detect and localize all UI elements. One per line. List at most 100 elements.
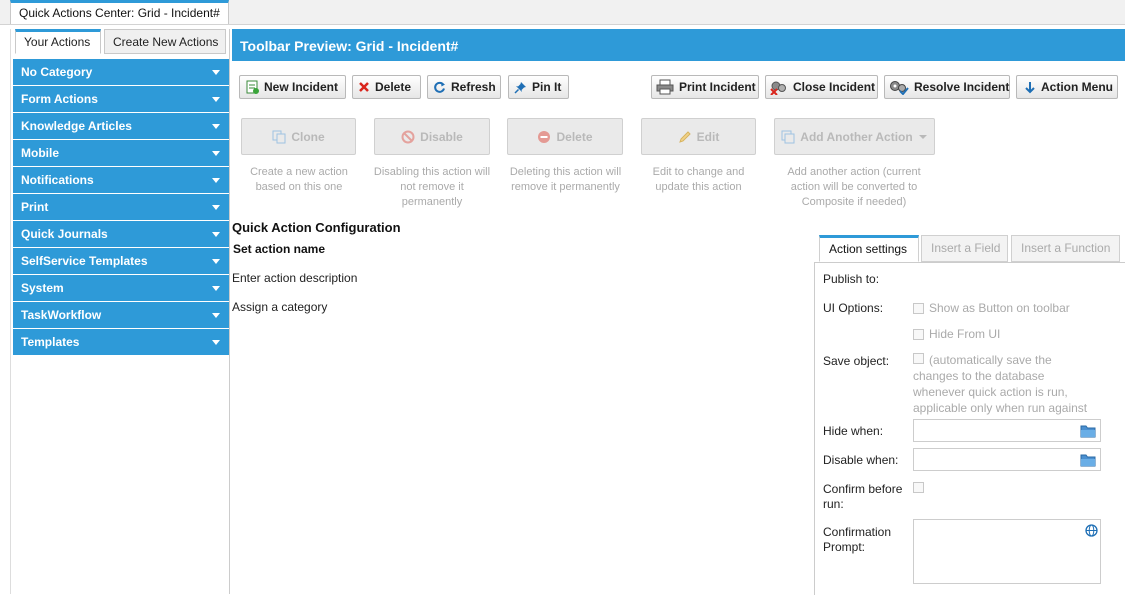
delete-description: Deleting this action will remove it perm… [509, 166, 622, 193]
category-knowledge-articles[interactable]: Knowledge Articles [13, 113, 229, 139]
edit-button[interactable]: Edit [641, 118, 756, 155]
refresh-button[interactable]: Refresh [427, 75, 501, 99]
caret-down-icon [212, 124, 220, 129]
disable-button[interactable]: Disable [374, 118, 490, 155]
button-label: Resolve Incident [914, 80, 1010, 94]
hide-when-input[interactable] [913, 419, 1101, 442]
caret-down-icon [212, 151, 220, 156]
window-tab[interactable]: Quick Actions Center: Grid - Incident# [10, 0, 229, 24]
new-document-icon [246, 80, 259, 94]
tab-label: Create New Actions [113, 35, 219, 49]
category-no-category[interactable]: No Category [13, 59, 229, 85]
printer-icon [656, 79, 674, 95]
button-label: Print Incident [679, 80, 756, 94]
resolve-incident-button[interactable]: Resolve Incident [884, 75, 1010, 99]
action-menu-button[interactable]: Action Menu [1016, 75, 1118, 99]
tab-label: Action settings [829, 242, 908, 256]
page-title: Toolbar Preview: Grid - Incident# [240, 38, 459, 54]
edit-description: Edit to change and update this action [652, 166, 745, 193]
tab-label: Insert a Function [1021, 241, 1111, 255]
add-another-description: Add another action (current action will … [787, 166, 921, 208]
button-label: Clone [291, 129, 325, 144]
folder-icon[interactable] [1080, 453, 1096, 467]
show-as-button-checkbox[interactable] [913, 303, 924, 314]
category-label: Quick Journals [21, 227, 108, 241]
action-name-field[interactable]: Set action name [233, 242, 325, 256]
category-label: TaskWorkflow [21, 308, 102, 322]
refresh-icon [434, 81, 445, 93]
confirm-before-run-checkbox[interactable] [913, 482, 924, 493]
disable-when-input[interactable] [913, 448, 1101, 471]
pin-it-button[interactable]: Pin It [508, 75, 569, 99]
category-selfservice-templates[interactable]: SelfService Templates [13, 248, 229, 274]
add-action-icon [781, 130, 795, 143]
category-label: Notifications [21, 173, 94, 187]
folder-icon[interactable] [1080, 424, 1096, 438]
tab-insert-field[interactable]: Insert a Field [921, 235, 1008, 262]
caret-down-icon [212, 205, 220, 210]
resolve-gears-icon [890, 81, 909, 95]
new-incident-button[interactable]: New Incident [239, 75, 346, 99]
tab-action-settings[interactable]: Action settings [819, 235, 919, 262]
add-another-action-button[interactable]: Add Another Action [774, 118, 935, 155]
category-system[interactable]: System [13, 275, 229, 301]
tab-create-new-actions[interactable]: Create New Actions [104, 29, 226, 54]
category-taskworkflow[interactable]: TaskWorkflow [13, 302, 229, 328]
print-incident-button[interactable]: Print Incident [651, 75, 759, 99]
category-form-actions[interactable]: Form Actions [13, 86, 229, 112]
globe-icon[interactable] [1085, 524, 1098, 537]
category-label: Print [21, 200, 49, 214]
button-label: Add Another Action [800, 129, 913, 144]
clone-button[interactable]: Clone [241, 118, 356, 155]
clone-description: Create a new action based on this one [250, 166, 348, 193]
confirm-before-run-label: Confirm before run: [823, 482, 903, 511]
clone-icon [272, 130, 286, 143]
tab-insert-function[interactable]: Insert a Function [1011, 235, 1120, 262]
category-label: SelfService Templates [21, 254, 148, 268]
close-incident-icon [770, 81, 786, 95]
caret-down-icon [212, 232, 220, 237]
delete-x-icon [359, 82, 369, 92]
category-templates[interactable]: Templates [13, 329, 229, 355]
category-print[interactable]: Print [13, 194, 229, 220]
close-incident-button[interactable]: Close Incident [765, 75, 878, 99]
caret-down-icon [212, 286, 220, 291]
category-quick-journals[interactable]: Quick Journals [13, 221, 229, 247]
left-panel: Your Actions Create New Actions No Categ… [10, 29, 230, 594]
confirmation-prompt-textarea[interactable] [913, 519, 1101, 584]
toolbar-preview-header: Toolbar Preview: Grid - Incident# [232, 29, 1125, 61]
button-label: Pin It [532, 80, 562, 94]
category-mobile[interactable]: Mobile [13, 140, 229, 166]
tab-your-actions[interactable]: Your Actions [15, 29, 101, 54]
hide-from-ui-checkbox[interactable] [913, 329, 924, 340]
category-notifications[interactable]: Notifications [13, 167, 229, 193]
caret-down-icon [212, 313, 220, 318]
button-label: Disable [420, 129, 463, 144]
caret-down-icon [212, 178, 220, 183]
confirmation-prompt-label: Confirmation Prompt: [823, 525, 892, 554]
category-label: Form Actions [21, 92, 98, 106]
button-label: Delete [556, 129, 593, 144]
publish-to-label: Publish to: [823, 272, 880, 286]
button-label: New Incident [264, 80, 339, 94]
category-list: No Category Form Actions Knowledge Artic… [13, 59, 229, 356]
arrow-down-icon [1025, 81, 1035, 93]
action-category-field[interactable]: Assign a category [232, 300, 327, 314]
pencil-icon [678, 130, 691, 143]
tab-label: Insert a Field [931, 241, 1001, 255]
action-description-field[interactable]: Enter action description [232, 271, 357, 285]
ui-options-label: UI Options: [823, 301, 884, 315]
delete-action-button[interactable]: Delete [507, 118, 623, 155]
window-tab-strip: Quick Actions Center: Grid - Incident# [0, 0, 1125, 25]
button-label: Delete [375, 80, 412, 94]
button-label: Edit [696, 129, 720, 144]
category-label: Templates [21, 335, 80, 349]
hide-from-ui-label: Hide From UI [929, 327, 1001, 341]
category-label: No Category [21, 65, 93, 79]
save-object-label: Save object: [823, 354, 890, 368]
pin-icon [514, 81, 526, 94]
tab-label: Your Actions [24, 35, 91, 49]
caret-down-icon [918, 134, 927, 139]
category-label: System [21, 281, 64, 295]
delete-button[interactable]: Delete [352, 75, 421, 99]
